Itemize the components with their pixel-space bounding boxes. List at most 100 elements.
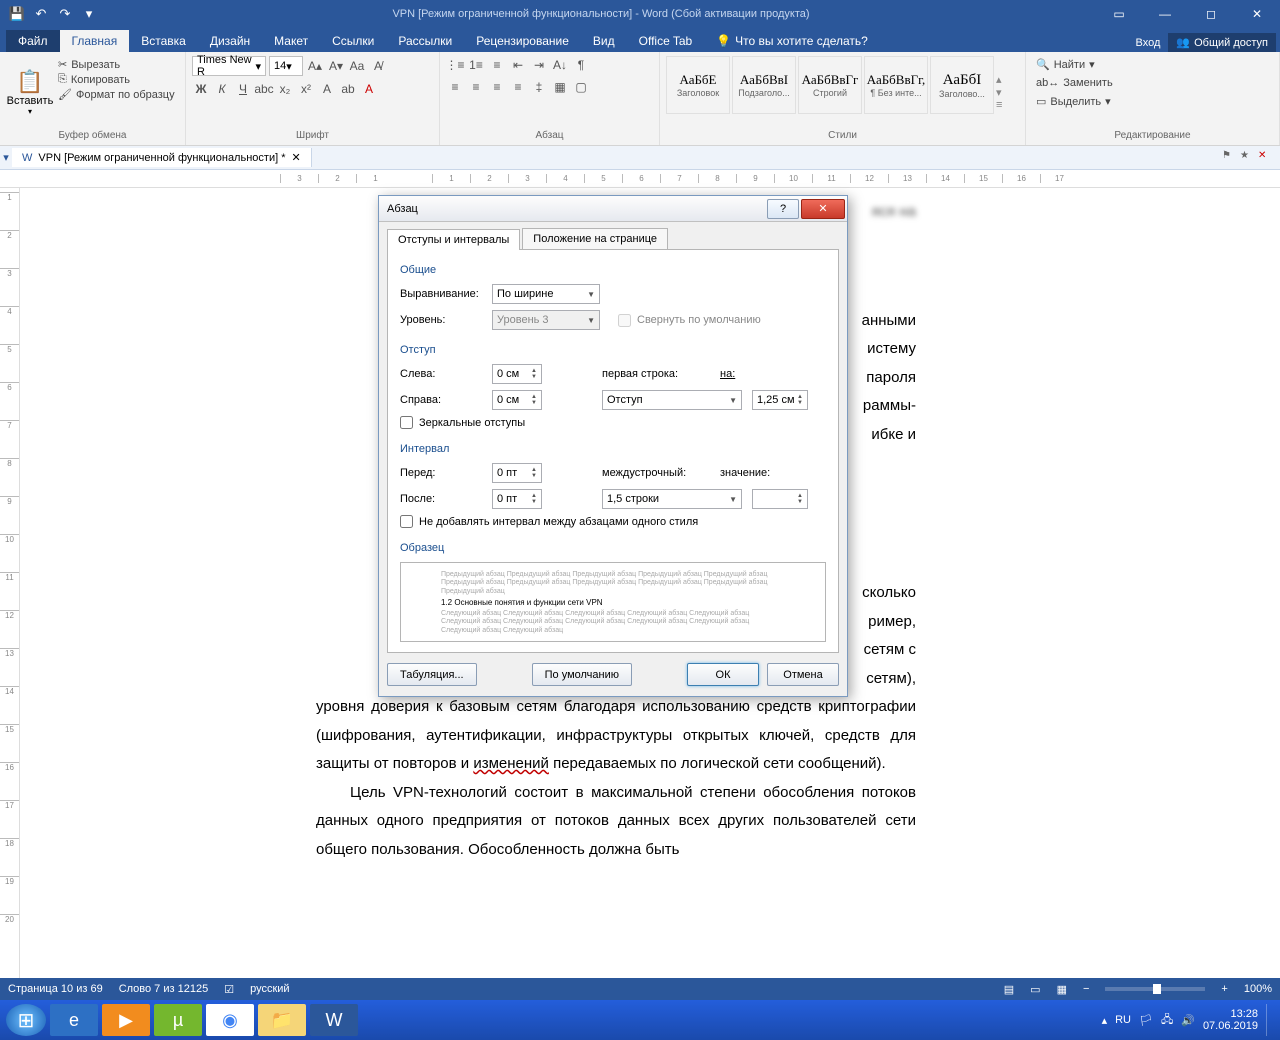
tab-insert[interactable]: Вставка (129, 30, 198, 52)
signin-button[interactable]: Вход (1128, 34, 1169, 52)
style-item[interactable]: АаБбВвІПодзаголо... (732, 56, 796, 114)
dialog-titlebar[interactable]: Абзац ? ✕ (379, 196, 847, 222)
start-button[interactable]: ⊞ (6, 1004, 46, 1036)
indent-right-spin[interactable]: 0 см▲▼ (492, 390, 542, 410)
task-chrome-icon[interactable]: ◉ (206, 1004, 254, 1036)
default-button[interactable]: По умолчанию (532, 663, 632, 686)
doc-tab-close-icon[interactable]: ✕ (291, 151, 300, 164)
cancel-button[interactable]: Отмена (767, 663, 839, 686)
increase-indent-icon[interactable]: ⇥ (530, 56, 548, 74)
ok-button[interactable]: ОК (687, 663, 759, 686)
style-item[interactable]: АаБбIЗаголово... (930, 56, 994, 114)
line-spacing-icon[interactable]: ‡ (530, 78, 548, 96)
decrease-indent-icon[interactable]: ⇤ (509, 56, 527, 74)
doc-tab-close-all-icon[interactable]: ✕ (1258, 150, 1274, 166)
multilevel-icon[interactable]: ≡ (488, 56, 506, 74)
ruler-horizontal[interactable]: 3211234567891011121314151617 (0, 170, 1280, 188)
indent-left-spin[interactable]: 0 см▲▼ (492, 364, 542, 384)
select-button[interactable]: ▭ Выделить ▾ (1032, 93, 1117, 110)
task-explorer-icon[interactable]: 📁 (258, 1004, 306, 1036)
tray-expand-icon[interactable]: ▴ (1102, 1014, 1108, 1027)
tray-network-icon[interactable]: 🖧 (1161, 1011, 1173, 1030)
format-painter-button[interactable]: 🖌 Формат по образцу (58, 88, 175, 101)
highlight-icon[interactable]: ab (339, 80, 357, 98)
undo-icon[interactable]: ↶ (30, 3, 52, 25)
text-effect-icon[interactable]: A (318, 80, 336, 98)
tabs-button[interactable]: Табуляция... (387, 663, 477, 686)
font-size-combo[interactable]: 14▾ (269, 56, 303, 76)
line-spacing-combo[interactable]: 1,5 строки▼ (602, 489, 742, 509)
tab-view[interactable]: Вид (581, 30, 627, 52)
align-center-icon[interactable]: ≡ (467, 78, 485, 96)
font-name-combo[interactable]: Times New R▾ (192, 56, 266, 76)
font-color-icon[interactable]: A (360, 80, 378, 98)
tab-officetab[interactable]: Office Tab (627, 30, 705, 52)
doc-list-icon[interactable]: ▾ (0, 151, 12, 164)
dialog-tab-indents[interactable]: Отступы и интервалы (387, 229, 520, 250)
dialog-help-icon[interactable]: ? (767, 199, 799, 219)
maximize-icon[interactable]: ◻ (1188, 0, 1234, 28)
qat-more-icon[interactable]: ▾ (78, 3, 100, 25)
tray-volume-icon[interactable]: 🔊 (1181, 1014, 1195, 1027)
ribbon-options-icon[interactable]: ▭ (1096, 0, 1142, 28)
tab-layout[interactable]: Макет (262, 30, 320, 52)
change-case-icon[interactable]: Aa (348, 57, 366, 75)
firstline-combo[interactable]: Отступ▼ (602, 390, 742, 410)
paste-button[interactable]: 📋Вставить▾ (6, 56, 54, 128)
doc-tab[interactable]: WVPN [Режим ограниченной функциональност… (12, 148, 312, 167)
dialog-close-icon[interactable]: ✕ (801, 199, 845, 219)
style-item[interactable]: АаБбЕЗаголовок (666, 56, 730, 114)
superscript-icon[interactable]: x² (297, 80, 315, 98)
underline-icon[interactable]: Ч (234, 80, 252, 98)
doc-tab-star-icon[interactable]: ★ (1240, 150, 1256, 166)
tray-lang[interactable]: RU (1115, 1014, 1131, 1026)
sort-icon[interactable]: A↓ (551, 56, 569, 74)
redo-icon[interactable]: ↷ (54, 3, 76, 25)
status-page[interactable]: Страница 10 из 69 (8, 983, 103, 995)
task-media-icon[interactable]: ▶ (102, 1004, 150, 1036)
grow-font-icon[interactable]: A▴ (306, 57, 324, 75)
task-ie-icon[interactable]: e (50, 1004, 98, 1036)
shading-icon[interactable]: ▦ (551, 78, 569, 96)
tell-me[interactable]: 💡 Что вы хотите сделать? (704, 30, 880, 52)
numbering-icon[interactable]: 1≡ (467, 56, 485, 74)
style-item[interactable]: АаБбВвГг,¶ Без инте... (864, 56, 928, 114)
minimize-icon[interactable]: — (1142, 0, 1188, 28)
by-spin[interactable]: 1,25 см▲▼ (752, 390, 808, 410)
tab-file[interactable]: Файл (6, 30, 60, 52)
alignment-combo[interactable]: По ширине▼ (492, 284, 600, 304)
view-web-icon[interactable]: ▦ (1057, 983, 1067, 996)
tray-clock[interactable]: 13:28 07.06.2019 (1203, 1008, 1258, 1032)
save-icon[interactable]: 💾 (6, 3, 28, 25)
replace-button[interactable]: ab↔ Заменить (1032, 75, 1117, 91)
subscript-icon[interactable]: x₂ (276, 80, 294, 98)
task-word-icon[interactable]: W (310, 1004, 358, 1036)
mirror-checkbox[interactable] (400, 416, 413, 429)
view-read-icon[interactable]: ▤ (1004, 983, 1014, 996)
bold-icon[interactable]: Ж (192, 80, 210, 98)
show-desktop-button[interactable] (1266, 1004, 1274, 1036)
dialog-tab-pagination[interactable]: Положение на странице (522, 228, 668, 249)
close-icon[interactable]: ✕ (1234, 0, 1280, 28)
status-language[interactable]: русский (250, 983, 289, 995)
before-spin[interactable]: 0 пт▲▼ (492, 463, 542, 483)
tab-mailings[interactable]: Рассылки (386, 30, 464, 52)
ruler-vertical[interactable]: 1234567891011121314151617181920 (0, 188, 20, 978)
zoom-level[interactable]: 100% (1244, 983, 1272, 995)
no-space-checkbox[interactable] (400, 515, 413, 528)
tab-references[interactable]: Ссылки (320, 30, 386, 52)
status-proofing-icon[interactable]: ☑ (224, 983, 234, 996)
view-print-icon[interactable]: ▭ (1030, 983, 1040, 996)
tray-flag-icon[interactable]: 🏳 (1139, 1014, 1153, 1027)
after-spin[interactable]: 0 пт▲▼ (492, 489, 542, 509)
tab-review[interactable]: Рецензирование (464, 30, 581, 52)
status-words[interactable]: Слово 7 из 12125 (119, 983, 209, 995)
cut-button[interactable]: ✂ Вырезать (58, 58, 175, 71)
tab-home[interactable]: Главная (60, 30, 130, 52)
align-right-icon[interactable]: ≡ (488, 78, 506, 96)
clear-format-icon[interactable]: A̸ (369, 57, 387, 75)
zoom-slider[interactable] (1105, 987, 1205, 991)
tab-design[interactable]: Дизайн (198, 30, 262, 52)
style-gallery[interactable]: АаБбЕЗаголовок АаБбВвІПодзаголо... АаБбВ… (666, 56, 1012, 128)
zoom-in-icon[interactable]: + (1221, 983, 1227, 995)
